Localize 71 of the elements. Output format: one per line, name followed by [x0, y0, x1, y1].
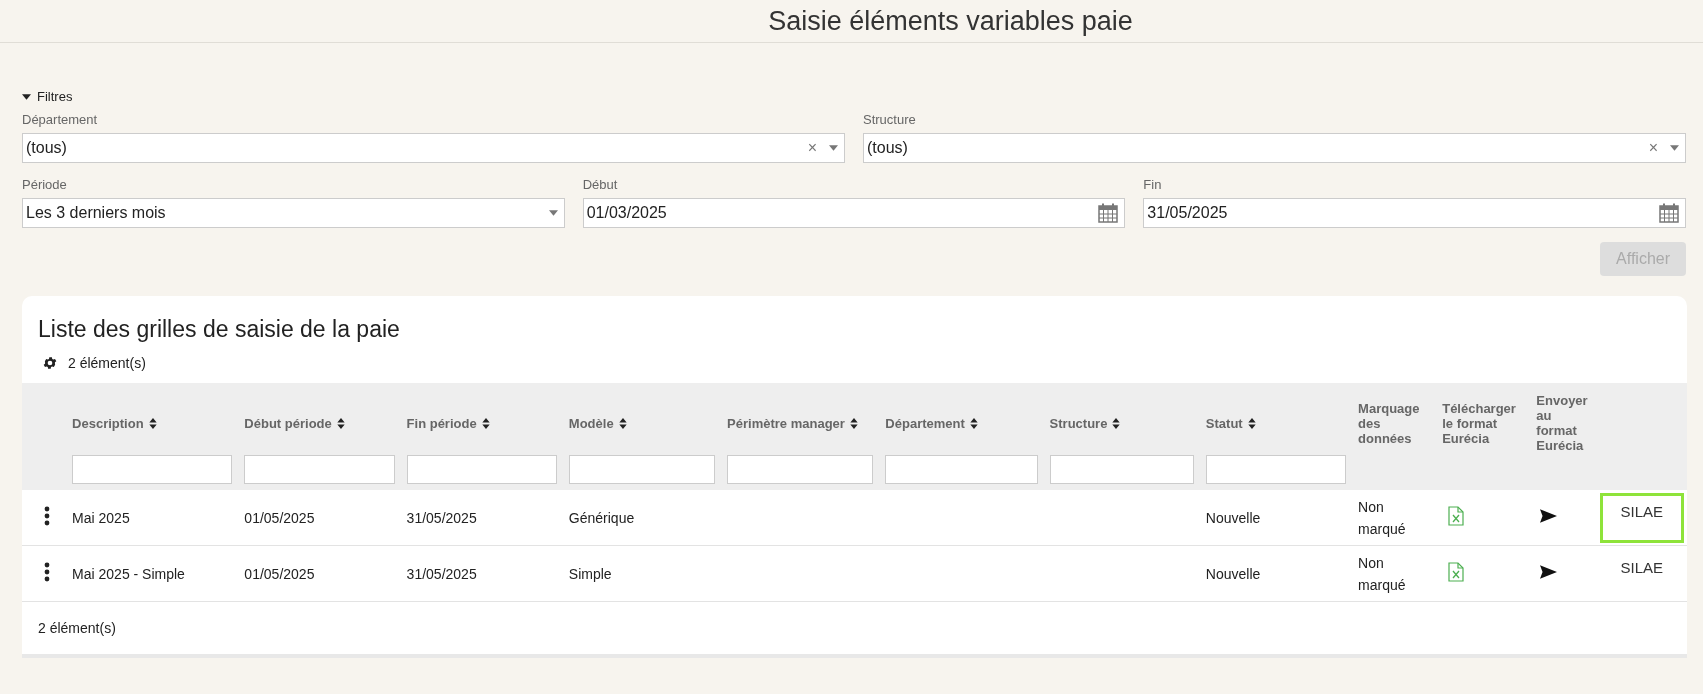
column-filter-field[interactable]: [244, 455, 395, 484]
table-cell: Simple: [568, 565, 612, 582]
column-filter-field[interactable]: [727, 455, 874, 484]
column-header[interactable]: Description: [72, 415, 157, 431]
excel-file-icon[interactable]: [1448, 506, 1465, 526]
excel-file-icon[interactable]: [1448, 562, 1465, 582]
dropdown-caret-icon: [1670, 145, 1679, 151]
select-field[interactable]: (tous) ×: [863, 133, 1686, 163]
table-cell: Nouvelle: [1205, 565, 1261, 582]
column-filter-field[interactable]: [406, 455, 557, 484]
field-label: Début: [582, 177, 618, 192]
column-header[interactable]: Périmètre manager: [727, 415, 858, 431]
page-title: Saisie éléments variables paie: [768, 5, 1133, 37]
sort-icon[interactable]: [1112, 417, 1121, 429]
column-filter-field[interactable]: [1049, 455, 1194, 484]
column-header[interactable]: Fin période: [406, 415, 490, 431]
list-title: Liste des grilles de saisie de la paie: [37, 315, 401, 344]
silae-button[interactable]: SILAE: [1599, 492, 1684, 543]
field-label: Fin: [1143, 177, 1162, 192]
table-cell: Mai 2025 - Simple: [72, 565, 185, 582]
dropdown-caret-icon: [548, 210, 558, 216]
column-header[interactable]: Statut: [1205, 415, 1256, 431]
column-filter-field[interactable]: [72, 455, 233, 484]
sort-icon[interactable]: [481, 417, 490, 429]
table-cell: Générique: [568, 509, 635, 526]
column-header: Marquage des données: [1358, 400, 1421, 446]
date-field[interactable]: 01/03/2025: [582, 198, 1126, 228]
sort-icon[interactable]: [1247, 417, 1256, 429]
sort-icon[interactable]: [849, 417, 858, 429]
dropdown-caret-icon: [829, 145, 838, 151]
clear-button[interactable]: ×: [1648, 139, 1658, 157]
table-cell: Nouvelle: [1205, 509, 1261, 526]
date-field[interactable]: 31/05/2025: [1143, 198, 1686, 228]
more-options-icon[interactable]: [44, 506, 51, 526]
table-cell: 01/05/2025: [244, 509, 315, 526]
calendar-icon[interactable]: [1659, 203, 1679, 223]
more-options-icon[interactable]: [44, 562, 51, 582]
item-count: 2 élément(s): [38, 620, 116, 636]
table-cell: 31/05/2025: [406, 565, 477, 582]
settings-icon[interactable]: [42, 355, 58, 371]
item-count: 2 élément(s): [68, 355, 146, 371]
clear-button[interactable]: ×: [807, 139, 817, 157]
sort-icon[interactable]: [148, 417, 157, 429]
table-cell-text: Non marqué: [1358, 553, 1407, 595]
silae-button[interactable]: SILAE: [1599, 548, 1684, 599]
column-header[interactable]: Structure: [1049, 415, 1121, 431]
sort-icon[interactable]: [336, 417, 345, 429]
select-field[interactable]: (tous) ×: [22, 133, 845, 163]
calendar-icon[interactable]: [1098, 203, 1119, 223]
send-icon[interactable]: [1540, 565, 1558, 579]
sort-icon[interactable]: [618, 417, 627, 429]
column-header[interactable]: Département: [885, 415, 978, 431]
column-filter-field[interactable]: [568, 455, 716, 484]
send-icon[interactable]: [1540, 509, 1558, 523]
caret-icon: [22, 93, 31, 100]
table-cell: 01/05/2025: [244, 565, 315, 582]
filters-toggle[interactable]: Filtres: [22, 89, 73, 104]
column-header: Télécharger le format Eurécia: [1442, 400, 1517, 446]
field-label: Structure: [863, 112, 916, 127]
select-field[interactable]: Les 3 derniers mois: [22, 198, 565, 228]
table-cell: 31/05/2025: [406, 509, 477, 526]
column-header[interactable]: Modèle: [568, 415, 627, 431]
column-filter-field[interactable]: [885, 455, 1038, 484]
column-header[interactable]: Début période: [244, 415, 345, 431]
table-cell: Mai 2025: [72, 509, 130, 526]
sort-icon[interactable]: [969, 417, 978, 429]
column-filter-field[interactable]: [1205, 455, 1347, 484]
column-header: Envoyer au format Eurécia: [1536, 393, 1588, 453]
table-cell-text: Non marqué: [1358, 497, 1407, 539]
field-label: Département: [22, 112, 98, 127]
field-label: Période: [22, 177, 67, 192]
